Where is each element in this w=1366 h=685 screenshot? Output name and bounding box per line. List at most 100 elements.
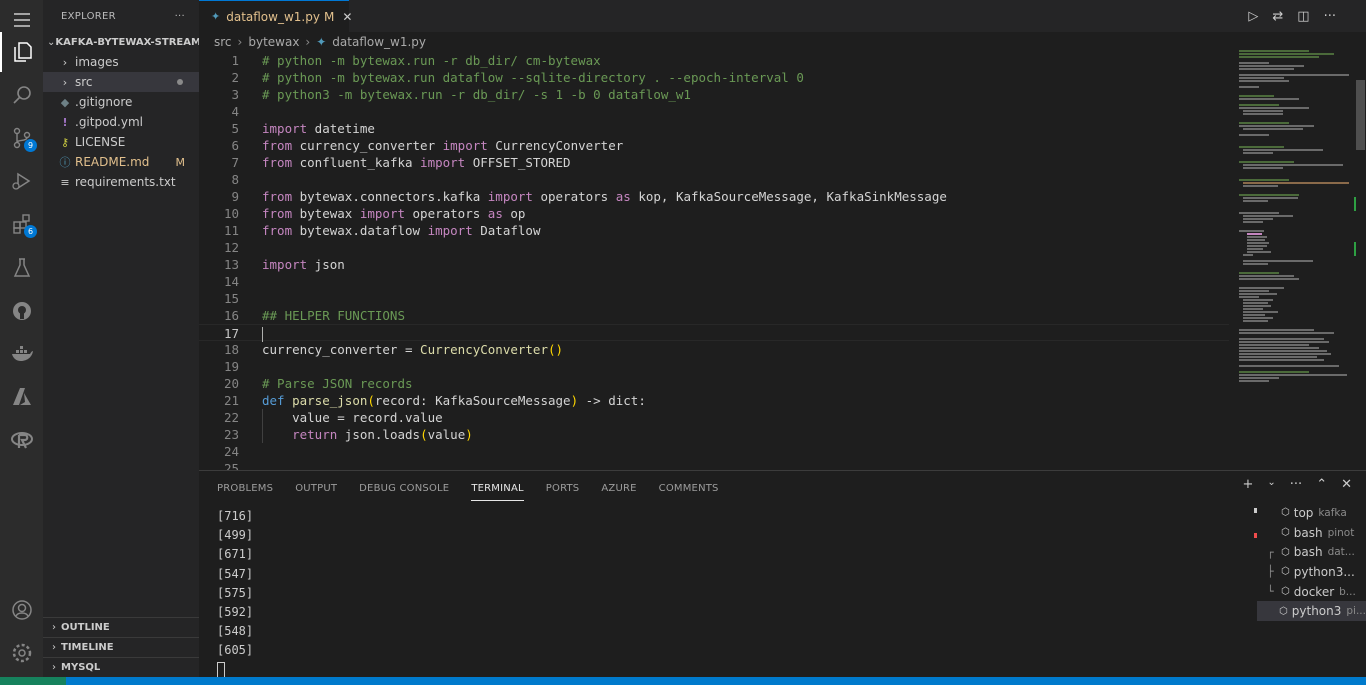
minimap-line [1239,275,1294,277]
tab-debug-console[interactable]: DEBUG CONSOLE [359,483,449,494]
tab-terminal[interactable]: TERMINAL [471,476,524,501]
chevron-right-icon: › [237,35,243,49]
source-control-icon[interactable]: 9 [0,118,43,158]
run-debug-icon[interactable] [0,161,43,201]
close-tab-icon[interactable]: ✕ [342,10,352,24]
tab-problems[interactable]: PROBLEMS [217,483,273,494]
terminal-item[interactable]: ⬡ bash pinot [1257,523,1366,543]
chevron-right-icon: › [62,75,68,89]
close-panel-icon[interactable]: ✕ [1341,477,1352,492]
compare-changes-icon[interactable]: ⇄ [1272,9,1283,24]
minimap-line [1239,287,1284,289]
code-text: return json.loads(value) [292,427,473,442]
minimap-line [1247,233,1262,235]
section-outline[interactable]: › OUTLINE [43,617,199,637]
minimap-line [1239,95,1274,97]
run-icon[interactable]: ▷ [1248,9,1258,24]
docker-icon[interactable] [0,334,43,374]
azure-icon[interactable] [0,377,43,417]
tree-item-label: README.md [75,155,150,169]
more-actions-icon[interactable]: ··· [1324,9,1336,24]
explorer-icon[interactable] [0,32,43,72]
explorer-sidebar: EXPLORER ··· ⌄ KAFKA-BYTEWAX-STREAM... ›… [43,0,199,677]
code-line: 3 # python3 -m bytewax.run -r db_dir/ -s … [199,86,1229,103]
tree-item-gitignore[interactable]: ◆ .gitignore [43,92,199,112]
code-line: 8 [199,171,1229,188]
minimap-line [1243,197,1298,199]
tree-item-label: .gitpod.yml [75,115,143,129]
code-text: from bytewax.dataflow import Dataflow [262,223,541,238]
tree-item-src[interactable]: › src [43,72,199,92]
code-text: def parse_json(record: KafkaSourceMessag… [262,393,646,408]
tree-item-requirements[interactable]: ≡ requirements.txt [43,172,199,192]
remote-indicator[interactable] [0,677,66,685]
code-line: 25 [199,460,1229,470]
terminal-item-active[interactable]: ⬡ python3 pi... [1257,601,1366,622]
minimap-line [1243,152,1273,154]
new-terminal-icon[interactable]: + [1242,477,1253,492]
minimap-line [1243,218,1273,220]
terminal-item[interactable]: ⬡ top kafka [1257,503,1366,523]
tab-dataflow-w1[interactable]: ✦ dataflow_w1.py M ✕ [199,0,352,32]
tree-item-license[interactable]: ⚷ LICENSE [43,132,199,152]
github-icon[interactable] [0,291,43,331]
minimap-line [1247,248,1263,250]
workspace-root[interactable]: ⌄ KAFKA-BYTEWAX-STREAM... [43,32,199,52]
testing-icon[interactable] [0,248,43,288]
terminal-line: [605] [217,643,254,658]
tree-connector: ┌ [1267,545,1274,559]
more-actions-icon[interactable]: ··· [1290,477,1302,492]
chevron-down-icon[interactable]: ⌄ [1267,477,1275,492]
section-mysql[interactable]: › MYSQL [43,657,199,677]
terminal-item[interactable]: └ ⬡ docker b... [1257,582,1366,602]
terminal-line: [499] [217,528,254,543]
search-icon[interactable] [0,75,43,115]
account-icon[interactable] [0,590,43,630]
modified-indicator: M [175,155,186,169]
tree-item-images[interactable]: › images [43,52,199,72]
tree-item-label: .gitignore [75,95,133,109]
settings-gear-icon[interactable] [0,633,43,673]
split-editor-icon[interactable]: ◫ [1297,9,1309,24]
terminal-item[interactable]: ┌ ⬡ bash dat... [1257,542,1366,562]
chevron-right-icon: › [62,55,68,69]
line-number: 16 [223,308,239,323]
panel-tabs: PROBLEMS OUTPUT DEBUG CONSOLE TERMINAL P… [217,471,719,505]
extensions-icon[interactable]: 6 [0,204,43,244]
minimap[interactable] [1229,32,1353,470]
r-language-icon[interactable] [0,420,43,460]
section-timeline[interactable]: › TIMELINE [43,637,199,657]
tab-output[interactable]: OUTPUT [295,483,337,494]
minimap-line [1239,371,1309,373]
scrollbar-thumb[interactable] [1356,80,1365,150]
code-line: 13 import json [199,256,1229,273]
minimap-line [1239,212,1279,214]
editor-scrollbar[interactable] [1353,32,1366,470]
tab-ports[interactable]: PORTS [546,483,580,494]
tab-azure[interactable]: AZURE [601,483,636,494]
breadcrumb-item[interactable]: dataflow_w1.py [332,35,426,49]
terminal-subtitle: kafka [1318,506,1347,519]
section-label: OUTLINE [61,622,110,633]
terminal-subtitle: b... [1339,585,1356,598]
breadcrumb-item[interactable]: bytewax [248,35,299,49]
terminal-subtitle: pi... [1346,605,1366,618]
line-number: 7 [231,155,239,170]
tree-item-gitpod[interactable]: ! .gitpod.yml [43,112,199,132]
breadcrumb-item[interactable]: src [214,35,232,49]
minimap-line [1239,98,1299,100]
maximize-panel-icon[interactable]: ⌃ [1316,477,1327,492]
minimap-line [1239,179,1289,181]
code-editor[interactable]: 1 # python -m bytewax.run -r db_dir/ cm-b… [199,52,1229,470]
terminal-output[interactable]: [716] [499] [671] [547] [575] [592] [548… [217,507,253,680]
minimap-line [1239,65,1304,67]
tree-item-readme[interactable]: ⓘ README.md M [43,152,199,172]
code-line: 11 from bytewax.dataflow import Dataflow [199,222,1229,239]
minimap-line [1243,182,1349,184]
more-actions-icon[interactable]: ··· [175,11,185,22]
terminal-item[interactable]: ├ ⬡ python3... [1257,562,1366,582]
tab-comments[interactable]: COMMENTS [659,483,719,494]
minimap-line [1239,107,1309,109]
tree-connector: ├ [1267,565,1274,579]
minimap-line [1247,251,1271,253]
